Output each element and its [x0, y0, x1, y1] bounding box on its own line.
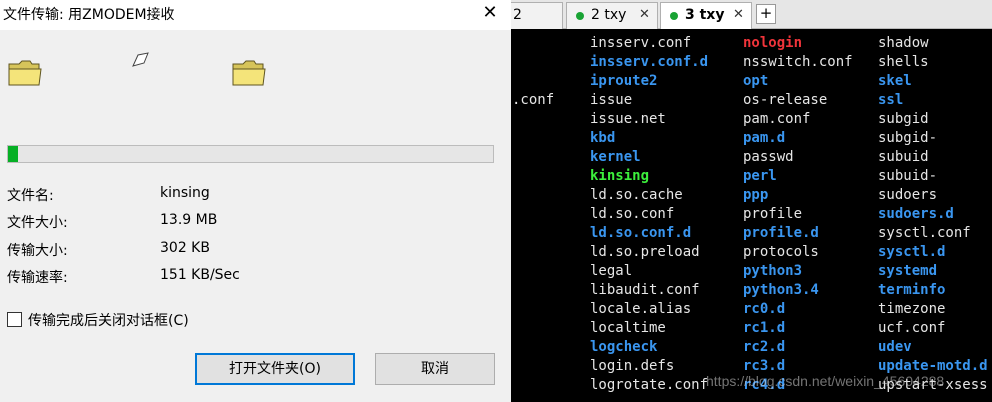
terminal-entry: ssl	[878, 92, 904, 108]
terminal-entry: logrotate.conf	[590, 377, 709, 393]
dialog-title: 文件传输: 用ZMODEM接收	[3, 7, 175, 23]
close-icon[interactable]: ✕	[480, 3, 500, 23]
close-after-label[interactable]: 传输完成后关闭对话框(C)	[28, 310, 189, 330]
terminal-entry: ld.so.cache	[590, 187, 683, 203]
tab-3-txy[interactable]: 3 txy ✕	[660, 2, 752, 29]
transfer-progress-bar	[7, 145, 494, 163]
terminal-entry: python3	[743, 263, 803, 279]
terminal-entry: sudoers	[878, 187, 938, 203]
add-tab-button[interactable]: +	[756, 4, 776, 24]
terminal-entry: os-release	[743, 92, 828, 108]
terminal-entry: python3.4	[743, 282, 819, 298]
info-row-rate: 传输速率: 151 KB/Sec	[7, 267, 307, 287]
terminal-entry: kinsing	[590, 168, 650, 184]
terminal-entry: skel	[878, 73, 912, 89]
cancel-button[interactable]: 取消	[375, 353, 495, 385]
tab-session-2[interactable]: 2	[511, 2, 563, 29]
dialog-titlebar: 文件传输: 用ZMODEM接收 ✕	[0, 0, 511, 30]
connected-status-icon	[670, 12, 678, 20]
terminal-entry: protocols	[743, 244, 819, 260]
tab-label: 2 txy	[591, 7, 627, 23]
terminal-entry: timezone	[878, 301, 946, 317]
terminal-entry: ld.so.conf.d	[590, 225, 692, 241]
terminal-entry: perl	[743, 168, 777, 184]
terminal-entry: localtime	[590, 320, 666, 336]
terminal-entry: nologin	[743, 35, 803, 51]
terminal-entry: passwd	[743, 149, 794, 165]
terminal-entry: sysctl.conf	[878, 225, 971, 241]
terminal-entry: profile.d	[743, 225, 819, 241]
terminal-entry: login.defs	[590, 358, 675, 374]
terminal-entry: insserv.conf.d	[590, 54, 709, 70]
info-row-filesize: 文件大小: 13.9 MB	[7, 212, 307, 232]
filename-value: kinsing	[160, 185, 210, 201]
terminal-entry: rc2.d	[743, 339, 786, 355]
tab-label: 3 txy	[685, 7, 725, 23]
terminal-entry: insserv.conf	[590, 35, 692, 51]
terminal-entry: subgid	[878, 111, 929, 127]
destination-folder-icon	[232, 60, 266, 86]
transfer-progress-fill	[8, 146, 18, 162]
terminal-output[interactable]: .conf insserv.conf insserv.conf.d iproute2 i…	[511, 29, 992, 402]
terminal-entry: udev	[878, 339, 912, 355]
terminal-entry: profile	[743, 206, 803, 222]
terminal-entry: pam.d	[743, 130, 786, 146]
tab-label: 2	[513, 7, 522, 23]
terminal-entry: ppp	[743, 187, 769, 203]
filesize-label: 文件大小:	[7, 215, 68, 231]
terminal-pane: 2 2 txy ✕ 3 txy ✕ + .conf insserv.conf ins…	[511, 0, 992, 402]
transferred-label: 传输大小:	[7, 243, 68, 259]
terminal-entry: rc1.d	[743, 320, 786, 336]
filesize-value: 13.9 MB	[160, 212, 218, 228]
info-row-filename: 文件名: kinsing	[7, 185, 307, 205]
terminal-entry: ucf.conf	[878, 320, 946, 336]
terminal-entry: rc0.d	[743, 301, 786, 317]
close-tab-icon[interactable]: ✕	[639, 7, 650, 22]
terminal-entry: shadow	[878, 35, 929, 51]
terminal-tab-bar: 2 2 txy ✕ 3 txy ✕ +	[511, 0, 992, 29]
terminal-entry: nsswitch.conf	[743, 54, 853, 70]
terminal-entry: ld.so.preload	[590, 244, 700, 260]
terminal-entry: issue	[590, 92, 633, 108]
rate-value: 151 KB/Sec	[160, 267, 240, 283]
source-folder-icon	[8, 60, 42, 86]
open-folder-button[interactable]: 打开文件夹(O)	[195, 353, 355, 385]
close-after-checkbox[interactable]	[7, 312, 22, 327]
terminal-entry: sudoers.d	[878, 206, 954, 222]
transferred-value: 302 KB	[160, 240, 210, 256]
terminal-entry: libaudit.conf	[590, 282, 700, 298]
terminal-entry: ld.so.conf	[590, 206, 675, 222]
terminal-entry: subuid	[878, 149, 929, 165]
terminal-entry: iproute2	[590, 73, 658, 89]
info-row-transferred: 传输大小: 302 KB	[7, 240, 307, 260]
terminal-entry: shells	[878, 54, 929, 70]
terminal-entry: issue.net	[590, 111, 666, 127]
watermark-text: https://blog.csdn.net/weixin_45604288	[706, 373, 945, 389]
terminal-entry: kernel	[590, 149, 641, 165]
terminal-entry: locale.alias	[590, 301, 692, 317]
terminal-entry: pam.conf	[743, 111, 811, 127]
terminal-entry: .conf	[512, 92, 555, 108]
terminal-entry: opt	[743, 73, 769, 89]
connected-status-icon	[576, 12, 584, 20]
filename-label: 文件名:	[7, 188, 54, 204]
file-transfer-dialog: 文件传输: 用ZMODEM接收 ✕ 文件名: kinsing 文件大小: 13.…	[0, 0, 511, 402]
terminal-entry: subuid-	[878, 168, 938, 184]
terminal-entry: sysctl.d	[878, 244, 946, 260]
terminal-entry: subgid-	[878, 130, 938, 146]
rate-label: 传输速率:	[7, 270, 68, 286]
terminal-entry: logcheck	[590, 339, 658, 355]
terminal-entry: legal	[590, 263, 633, 279]
terminal-entry: terminfo	[878, 282, 946, 298]
terminal-entry: kbd	[590, 130, 616, 146]
tab-2-txy[interactable]: 2 txy ✕	[566, 2, 658, 29]
flying-document-icon	[132, 52, 149, 67]
terminal-entry: systemd	[878, 263, 938, 279]
close-tab-icon[interactable]: ✕	[733, 7, 744, 22]
